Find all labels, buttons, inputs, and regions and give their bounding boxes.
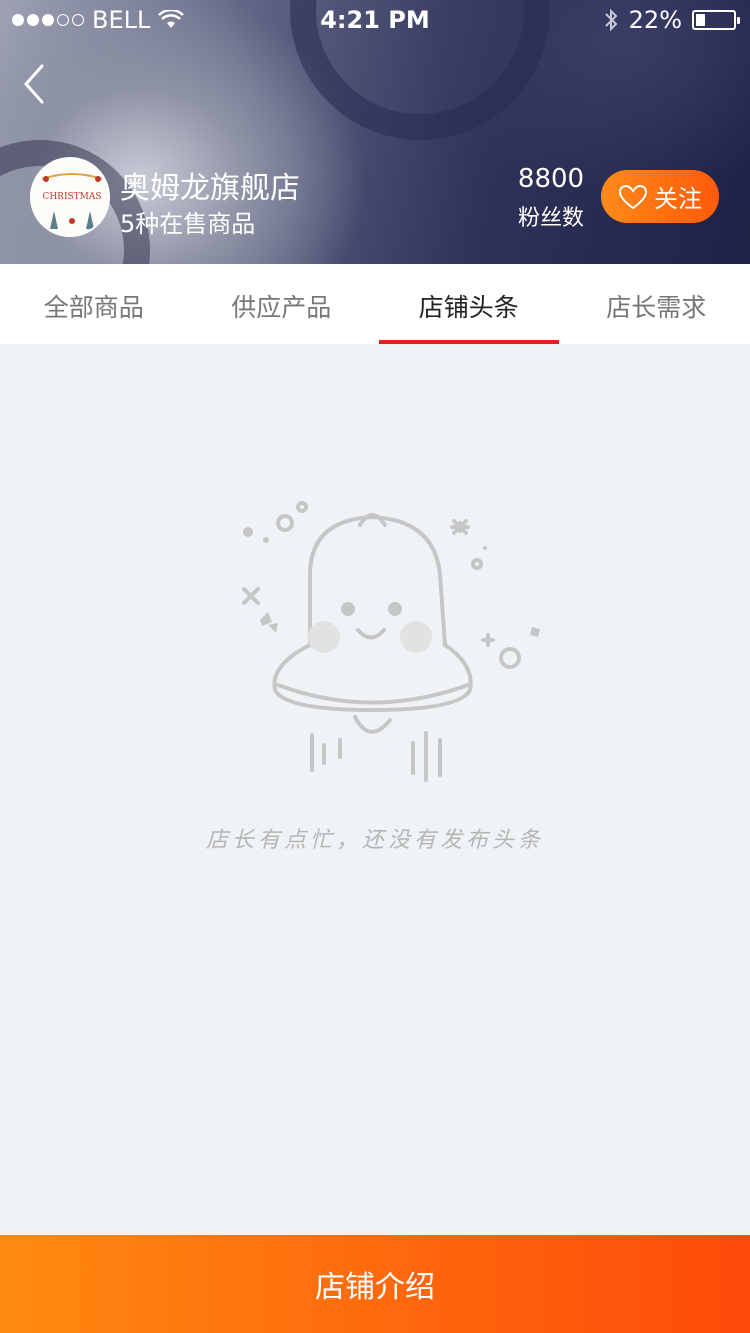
follow-button[interactable]: 关注 [601,170,719,223]
tab-label: 店长需求 [606,293,707,322]
store-name: 奥姆龙旗舰店 [120,171,300,206]
battery-percent: 22% [628,6,682,34]
status-bar: BELL 4:21 PM 22% [0,0,750,40]
tab-label: 供应产品 [231,293,332,322]
tab-supply-products[interactable]: 供应产品 [188,264,376,344]
store-intro-button[interactable]: 店铺介绍 [0,1235,750,1333]
store-avatar: CHRISTMAS [30,157,110,237]
bluetooth-icon [604,8,618,32]
tab-store-headlines[interactable]: 店铺头条 [375,264,563,344]
tab-label: 全部商品 [43,293,144,322]
avatar-text: CHRISTMAS [42,192,101,202]
tab-manager-requests[interactable]: 店长需求 [563,264,750,344]
store-header: BELL 4:21 PM 22% CHRISTMAS 奥姆龙旗舰店 5种在售商品… [0,0,750,264]
tab-bar: 全部商品 供应产品 店铺头条 店长需求 [0,264,750,344]
tab-label: 店铺头条 [418,293,519,322]
back-button[interactable] [18,60,58,108]
fans-label: 粉丝数 [517,206,584,231]
heart-icon [618,184,648,209]
empty-state-message: 店长有点忙，还没有发布头条 [205,828,544,853]
chevron-left-icon [23,64,44,104]
store-product-count: 5种在售商品 [120,210,256,238]
tab-all-products[interactable]: 全部商品 [0,264,188,344]
follow-label: 关注 [654,185,702,213]
fans-count: 8800 [517,164,585,194]
bell-icon [242,501,540,782]
battery-icon [692,10,740,30]
